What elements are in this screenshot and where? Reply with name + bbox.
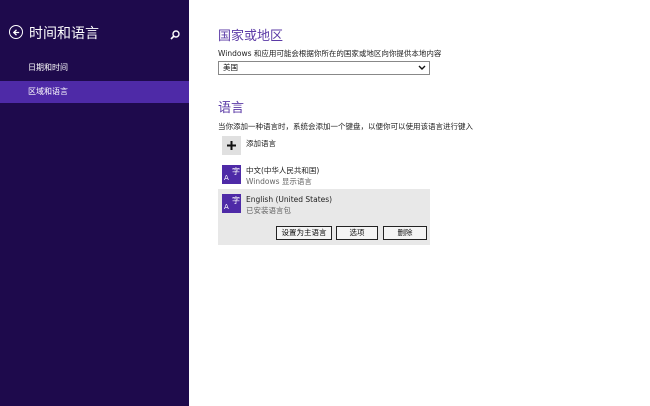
chevron-down-icon [418, 65, 426, 70]
language-name: 中文(中华人民共和国) [246, 166, 320, 175]
plus-icon [227, 141, 236, 150]
back-arrow-icon[interactable] [9, 25, 23, 39]
sidebar-item-label: 区域和语言 [28, 87, 68, 96]
language-status: Windows 显示语言 [246, 177, 312, 186]
sidebar-item-label: 日期和时间 [28, 63, 68, 72]
language-description: 当你添加一种语言时，系统会添加一个键盘，以便你可以使用该语言进行键入 [218, 122, 473, 131]
add-language-label[interactable]: 添加语言 [246, 138, 276, 149]
sidebar-title: 时间和语言 [29, 26, 99, 42]
options-button[interactable]: 选项 [336, 226, 378, 240]
country-select-value: 美国 [223, 63, 238, 72]
language-item-chinese[interactable]: A字 中文(中华人民共和国) Windows 显示语言 [218, 161, 430, 189]
language-item-english[interactable]: A字 English (United States) 已安装语言包 设置为主语言… [218, 189, 430, 245]
remove-button[interactable]: 删除 [383, 226, 427, 240]
language-status: 已安装语言包 [246, 206, 291, 215]
language-icon: A字 [222, 165, 241, 184]
search-icon[interactable] [169, 26, 183, 40]
language-icon: A字 [222, 194, 241, 213]
region-description: Windows 和应用可能会根据你所在的国家或地区向你提供本地内容 [218, 49, 442, 58]
main-content: 国家或地区 Windows 和应用可能会根据你所在的国家或地区向你提供本地内容 … [189, 0, 650, 406]
add-language-button[interactable] [222, 136, 241, 155]
sidebar-item-date-time[interactable]: 日期和时间 [0, 57, 189, 79]
country-select[interactable]: 美国 [218, 61, 430, 75]
region-heading: 国家或地区 [218, 29, 284, 44]
set-primary-button[interactable]: 设置为主语言 [276, 226, 332, 240]
language-name: English (United States) [246, 195, 333, 204]
sidebar-item-region-language[interactable]: 区域和语言 [0, 81, 189, 103]
language-heading: 语言 [218, 101, 245, 116]
sidebar: 时间和语言 日期和时间 区域和语言 [0, 0, 189, 406]
